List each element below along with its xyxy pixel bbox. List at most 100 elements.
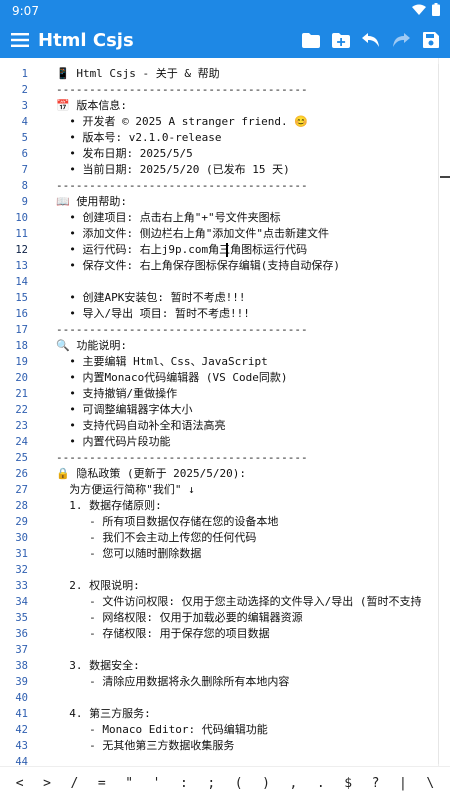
folder-icon <box>302 32 320 48</box>
code-line[interactable] <box>56 690 450 706</box>
code-line[interactable]: • 添加文件: 侧边栏右上角"添加文件"点击新建文件 <box>56 226 450 242</box>
symbol-key[interactable]: ? <box>365 776 387 791</box>
save-button[interactable] <box>418 27 444 53</box>
code-line[interactable]: • 内置代码片段功能 <box>56 434 450 450</box>
line-number: 34 <box>15 596 28 608</box>
new-folder-icon <box>332 32 350 48</box>
code-line[interactable]: • 支持代码自动补全和语法高亮 <box>56 418 450 434</box>
code-line[interactable]: 4. 第三方服务: <box>56 706 450 722</box>
symbol-key[interactable]: \ <box>419 776 441 791</box>
editor-scrollbar[interactable] <box>438 64 450 764</box>
code-line[interactable]: - 清除应用数据将永久删除所有本地内容 <box>56 674 450 690</box>
line-number: 8 <box>21 180 28 192</box>
line-number: 14 <box>15 276 28 288</box>
code-line[interactable]: • 版本号: v2.1.0-release <box>56 130 450 146</box>
code-line[interactable]: - 存储权限: 用于保存您的项目数据 <box>56 626 450 642</box>
status-bar: 9:07 <box>0 0 450 22</box>
code-line[interactable] <box>56 562 450 578</box>
line-number: 38 <box>15 660 28 672</box>
undo-button[interactable] <box>358 27 384 53</box>
symbol-key[interactable]: ( <box>228 776 250 791</box>
line-number: 21 <box>15 388 28 400</box>
code-line[interactable]: 2. 权限说明: <box>56 578 450 594</box>
symbol-key[interactable]: < <box>9 776 31 791</box>
line-number: 12 <box>15 244 28 256</box>
code-line[interactable]: 1. 数据存储原则: <box>56 498 450 514</box>
open-folder-button[interactable] <box>298 27 324 53</box>
code-line[interactable] <box>56 754 450 766</box>
code-line[interactable]: • 可调整编辑器字体大小 <box>56 402 450 418</box>
line-number: 40 <box>15 692 28 704</box>
code-line[interactable]: -------------------------------------- <box>56 322 450 338</box>
line-number: 37 <box>15 644 28 656</box>
symbol-key[interactable]: ' <box>146 776 168 791</box>
code-line[interactable]: • 发布日期: 2025/5/5 <box>56 146 450 162</box>
symbol-key[interactable]: : <box>173 776 195 791</box>
code-line[interactable] <box>56 642 450 658</box>
app-title: Html Csjs <box>38 29 134 51</box>
symbol-key[interactable]: , <box>282 776 304 791</box>
code-line[interactable]: -------------------------------------- <box>56 178 450 194</box>
symbol-key[interactable]: / <box>63 776 85 791</box>
text-cursor <box>226 243 228 257</box>
line-number-gutter: 1 2 3 4 5 6 7 8 9 10 11 12 13 14 15 16 17 18 19 20 21 22 23 24 2… <box>0 66 36 766</box>
new-folder-button[interactable] <box>328 27 354 53</box>
code-line[interactable]: 🔍 功能说明: <box>56 338 450 354</box>
line-number: 6 <box>21 148 28 160</box>
line-number: 35 <box>15 612 28 624</box>
code-line[interactable]: - 无其他第三方数据收集服务 <box>56 738 450 754</box>
code-line[interactable]: 为方便运行简称"我们" ↓ <box>56 482 450 498</box>
code-line[interactable]: -------------------------------------- <box>56 82 450 98</box>
code-line[interactable]: • 创建APK安装包: 暂时不考虑!!! <box>56 290 450 306</box>
line-number: 33 <box>15 580 28 592</box>
redo-button[interactable] <box>388 27 414 53</box>
code-line[interactable]: 📱 Html Csjs - 关于 & 帮助 <box>56 66 450 82</box>
code-line[interactable]: - 我们不会主动上传您的任何代码 <box>56 530 450 546</box>
line-number: 32 <box>15 564 28 576</box>
code-line[interactable]: • 运行代码: 右上j9p.com角三角图标运行代码 <box>56 242 450 258</box>
line-number: 3 <box>21 100 28 112</box>
symbol-key[interactable]: ; <box>200 776 222 791</box>
symbol-key[interactable]: = <box>91 776 113 791</box>
symbol-key[interactable]: | <box>392 776 414 791</box>
status-icons <box>412 3 440 19</box>
code-line[interactable]: - 网络权限: 仅用于加载必要的编辑器资源 <box>56 610 450 626</box>
code-line[interactable]: • 内置Monaco代码编辑器 (VS Code同款) <box>56 370 450 386</box>
symbol-input-bar: < > / = " ':; (),. $? | \ <box>0 766 450 800</box>
code-editor[interactable]: 1 2 3 4 5 6 7 8 9 10 11 12 13 14 15 16 17 18 19 20 21 22 23 24 2… <box>0 58 450 766</box>
code-line[interactable]: 3. 数据安全: <box>56 658 450 674</box>
code-line[interactable]: 📅 版本信息: <box>56 98 450 114</box>
code-line[interactable]: - Monaco Editor: 代码编辑功能 <box>56 722 450 738</box>
symbol-key[interactable]: ) <box>255 776 277 791</box>
symbol-key[interactable]: " <box>118 776 140 791</box>
code-line[interactable]: -------------------------------------- <box>56 450 450 466</box>
code-line[interactable]: - 您可以随时删除数据 <box>56 546 450 562</box>
code-line[interactable] <box>56 274 450 290</box>
line-number: 7 <box>21 164 28 176</box>
menu-button[interactable] <box>2 22 38 58</box>
code-line[interactable]: • 支持撤销/重做操作 <box>56 386 450 402</box>
code-line[interactable]: - 文件访问权限: 仅用于您主动选择的文件导入/导出 (暂时不支持 <box>56 594 450 610</box>
code-line[interactable]: 📖 使用帮助: <box>56 194 450 210</box>
code-line[interactable]: 🔒 隐私政策 (更新于 2025/5/20): <box>56 466 450 482</box>
line-number: 27 <box>15 484 28 496</box>
code-line[interactable]: • 开发者 © 2025 A stranger friend. 😊 <box>56 114 450 130</box>
symbol-key[interactable]: > <box>36 776 58 791</box>
line-number: 28 <box>15 500 28 512</box>
code-line[interactable]: • 主要编辑 Html、Css、JavaScript <box>56 354 450 370</box>
line-number: 4 <box>21 116 28 128</box>
symbol-key[interactable]: . <box>310 776 332 791</box>
line-number: 26 <box>15 468 28 480</box>
code-line[interactable]: • 当前日期: 2025/5/20 (已发布 15 天) <box>56 162 450 178</box>
code-content[interactable]: 📱 Html Csjs - 关于 & 帮助 -------------------… <box>56 66 450 766</box>
code-line[interactable]: • 保存文件: 右上角保存图标保存编辑(支持自动保存) <box>56 258 450 274</box>
line-number: 10 <box>15 212 28 224</box>
symbol-key[interactable]: $ <box>337 776 359 791</box>
code-line[interactable]: • 创建项目: 点击右上角"+"号文件夹图标 <box>56 210 450 226</box>
battery-icon <box>432 3 440 19</box>
line-number: 11 <box>15 228 28 240</box>
code-line[interactable]: • 导入/导出 项目: 暂时不考虑!!! <box>56 306 450 322</box>
code-line[interactable]: - 所有项目数据仅存储在您的设备本地 <box>56 514 450 530</box>
line-number: 1 <box>21 68 28 80</box>
line-number: 42 <box>15 724 28 736</box>
